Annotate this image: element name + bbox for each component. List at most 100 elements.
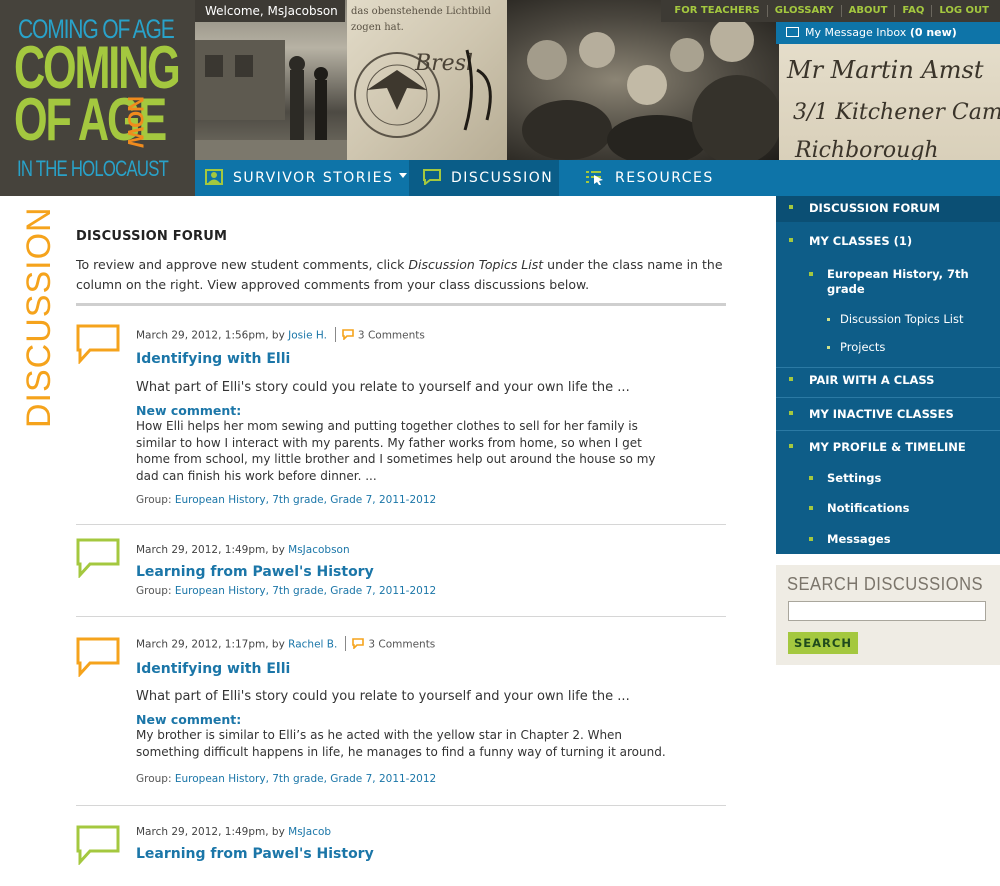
intro-text: To review and approve new student commen…	[76, 257, 723, 292]
nav-about[interactable]: ABOUT	[840, 5, 895, 17]
section-vertical-label: DISCUSSION	[20, 206, 58, 428]
sidebar-item-pair-with-a-class[interactable]: PAIR WITH A CLASS	[776, 369, 1000, 393]
sidebar-item-discussion-topics-list[interactable]: Discussion Topics List	[776, 310, 1000, 330]
bullet-icon	[789, 205, 793, 209]
post-group: Group: European History, 7th grade, Grad…	[136, 773, 437, 785]
sidebar-item-projects[interactable]: Projects	[776, 338, 1000, 358]
post-author-link[interactable]: Rachel B.	[288, 639, 337, 651]
sidebar-item-label: MY PROFILE & TIMELINE	[809, 440, 966, 454]
nav-log-out[interactable]: LOG OUT	[931, 5, 996, 17]
site-logo[interactable]: COMING OF AGE COMING OF AGE NOW IN THE H…	[0, 0, 195, 196]
bullet-icon	[809, 537, 813, 541]
search-input[interactable]	[788, 601, 986, 621]
bullet-icon	[827, 318, 830, 321]
page-title: DISCUSSION FORUM	[76, 229, 228, 244]
post-title-link[interactable]: Learning from Pawel's History	[136, 564, 374, 580]
sidebar-item-label: Discussion Topics List	[840, 312, 964, 326]
post-meta: March 29, 2012, 1:56pm, by Josie H. 3 Com…	[136, 327, 425, 343]
sidebar-item-label: Notifications	[827, 501, 910, 515]
post-title-link[interactable]: Learning from Pawel's History	[136, 846, 374, 862]
svg-text:zogen hat.: zogen hat.	[351, 22, 404, 33]
intro-topics-link-text: Discussion Topics List	[408, 257, 544, 272]
sidebar-item-label: MY INACTIVE CLASSES	[809, 407, 954, 421]
group-link[interactable]: European History, 7th grade, Grade 7, 20…	[175, 494, 436, 506]
search-title: SEARCH DISCUSSIONS	[787, 574, 984, 594]
comment-icon	[342, 329, 354, 340]
sidebar-item-messages[interactable]: Messages	[776, 529, 1000, 551]
post-excerpt: What part of Elli's story could you rela…	[136, 689, 630, 704]
sidebar-item-class[interactable]: European History, 7th grade	[776, 264, 1000, 304]
post-group: Group: European History, 7th grade, Grad…	[136, 585, 437, 597]
post-meta: March 29, 2012, 1:49pm, by MsJacobson	[136, 544, 350, 556]
search-discussions-panel: SEARCH DISCUSSIONS SEARCH	[776, 565, 1000, 665]
post-excerpt: What part of Elli's story could you rela…	[136, 380, 630, 395]
logo-line-4: IN THE HOLOCAUST	[17, 156, 169, 181]
site-header: COMING OF AGE COMING OF AGE NOW IN THE H…	[0, 0, 1000, 214]
sidebar-item-discussion-forum[interactable]: DISCUSSION FORUM	[776, 196, 1000, 222]
photo-group-of-children	[507, 0, 779, 160]
sidebar: DISCUSSION FORUM MY CLASSES (1) European…	[776, 196, 1000, 554]
comments-count-link[interactable]: 3 Comments	[368, 639, 435, 651]
bullet-icon	[789, 444, 793, 448]
sidebar-item-label: Messages	[827, 532, 891, 546]
sidebar-item-label: Settings	[827, 471, 882, 485]
sidebar-item-settings[interactable]: Settings	[776, 468, 1000, 490]
speech-bubble-icon	[423, 169, 441, 185]
new-comment-label: New comment:	[136, 712, 242, 727]
divider	[776, 397, 1000, 398]
chevron-down-icon	[429, 208, 437, 214]
nav-survivor-stories[interactable]: SURVIVOR STORIES	[205, 160, 408, 196]
discussion-post: March 29, 2012, 1:56pm, by Josie H. 3 Com…	[76, 318, 726, 525]
speech-bubble-orange-icon	[76, 637, 120, 677]
post-meta: March 29, 2012, 1:17pm, by Rachel B. 3 Co…	[136, 636, 435, 652]
post-author-link[interactable]: Josie H.	[288, 330, 327, 342]
nav-faq[interactable]: FAQ	[894, 5, 931, 17]
bullet-icon	[809, 272, 813, 276]
message-inbox-link[interactable]: My Message Inbox (0 new)	[776, 22, 1000, 44]
chevron-down-icon	[399, 172, 408, 178]
sidebar-item-notifications[interactable]: Notifications	[776, 498, 1000, 520]
sidebar-item-label: European History, 7th grade	[827, 267, 969, 296]
inbox-count: (0 new)	[909, 26, 957, 39]
bullet-icon	[809, 506, 813, 510]
post-author-link[interactable]: MsJacob	[288, 826, 331, 838]
nav-for-teachers[interactable]: FOR TEACHERS	[667, 5, 766, 17]
nav-glossary[interactable]: GLOSSARY	[766, 5, 841, 17]
bullet-icon	[809, 476, 813, 480]
bullet-icon	[827, 346, 830, 349]
speech-bubble-green-icon	[76, 538, 120, 578]
bullet-icon	[789, 411, 793, 415]
nav-resources-label: RESOURCES	[615, 170, 714, 186]
discussion-post: March 29, 2012, 1:17pm, by Rachel B. 3 Co…	[76, 617, 726, 806]
search-button[interactable]: SEARCH	[788, 632, 858, 654]
discussion-post: March 29, 2012, 1:49pm, by MsJacob Learn…	[76, 806, 726, 886]
photo-train-station	[195, 0, 347, 160]
sidebar-item-label: Projects	[840, 340, 886, 354]
welcome-message: Welcome, MsJacobson	[195, 0, 345, 22]
utility-nav: FOR TEACHERS GLOSSARY ABOUT FAQ LOG OUT	[661, 0, 1000, 22]
inbox-label: My Message Inbox	[805, 26, 907, 39]
group-link[interactable]: European History, 7th grade, Grade 7, 20…	[175, 585, 436, 597]
sidebar-item-my-classes[interactable]: MY CLASSES (1)	[776, 230, 1000, 254]
nav-survivor-label: SURVIVOR STORIES	[233, 170, 394, 186]
nav-discussion[interactable]: DISCUSSION	[409, 160, 559, 214]
envelope-icon	[786, 27, 799, 37]
person-card-icon	[205, 169, 223, 185]
nav-resources[interactable]: RESOURCES	[585, 160, 714, 196]
list-cursor-icon	[586, 171, 603, 185]
post-title-link[interactable]: Identifying with Elli	[136, 351, 290, 367]
sidebar-item-my-profile-timeline[interactable]: MY PROFILE & TIMELINE	[776, 436, 1000, 460]
new-comment-label: New comment:	[136, 403, 242, 418]
sidebar-item-my-inactive-classes[interactable]: MY INACTIVE CLASSES	[776, 403, 1000, 427]
comments-count-link[interactable]: 3 Comments	[358, 330, 425, 342]
new-comment-body: My brother is similar to Elli’s as he ac…	[136, 728, 666, 759]
bullet-icon	[789, 377, 793, 381]
divider	[776, 367, 1000, 368]
speech-bubble-orange-icon	[76, 324, 120, 364]
post-meta: March 29, 2012, 1:49pm, by MsJacob	[136, 826, 332, 838]
post-author-link[interactable]: MsJacobson	[288, 544, 349, 556]
svg-text:das obenstehende Lichtbild: das obenstehende Lichtbild	[351, 6, 492, 17]
group-link[interactable]: European History, 7th grade, Grade 7, 20…	[175, 773, 436, 785]
post-title-link[interactable]: Identifying with Elli	[136, 661, 290, 677]
sidebar-item-label: MY CLASSES (1)	[809, 234, 913, 248]
